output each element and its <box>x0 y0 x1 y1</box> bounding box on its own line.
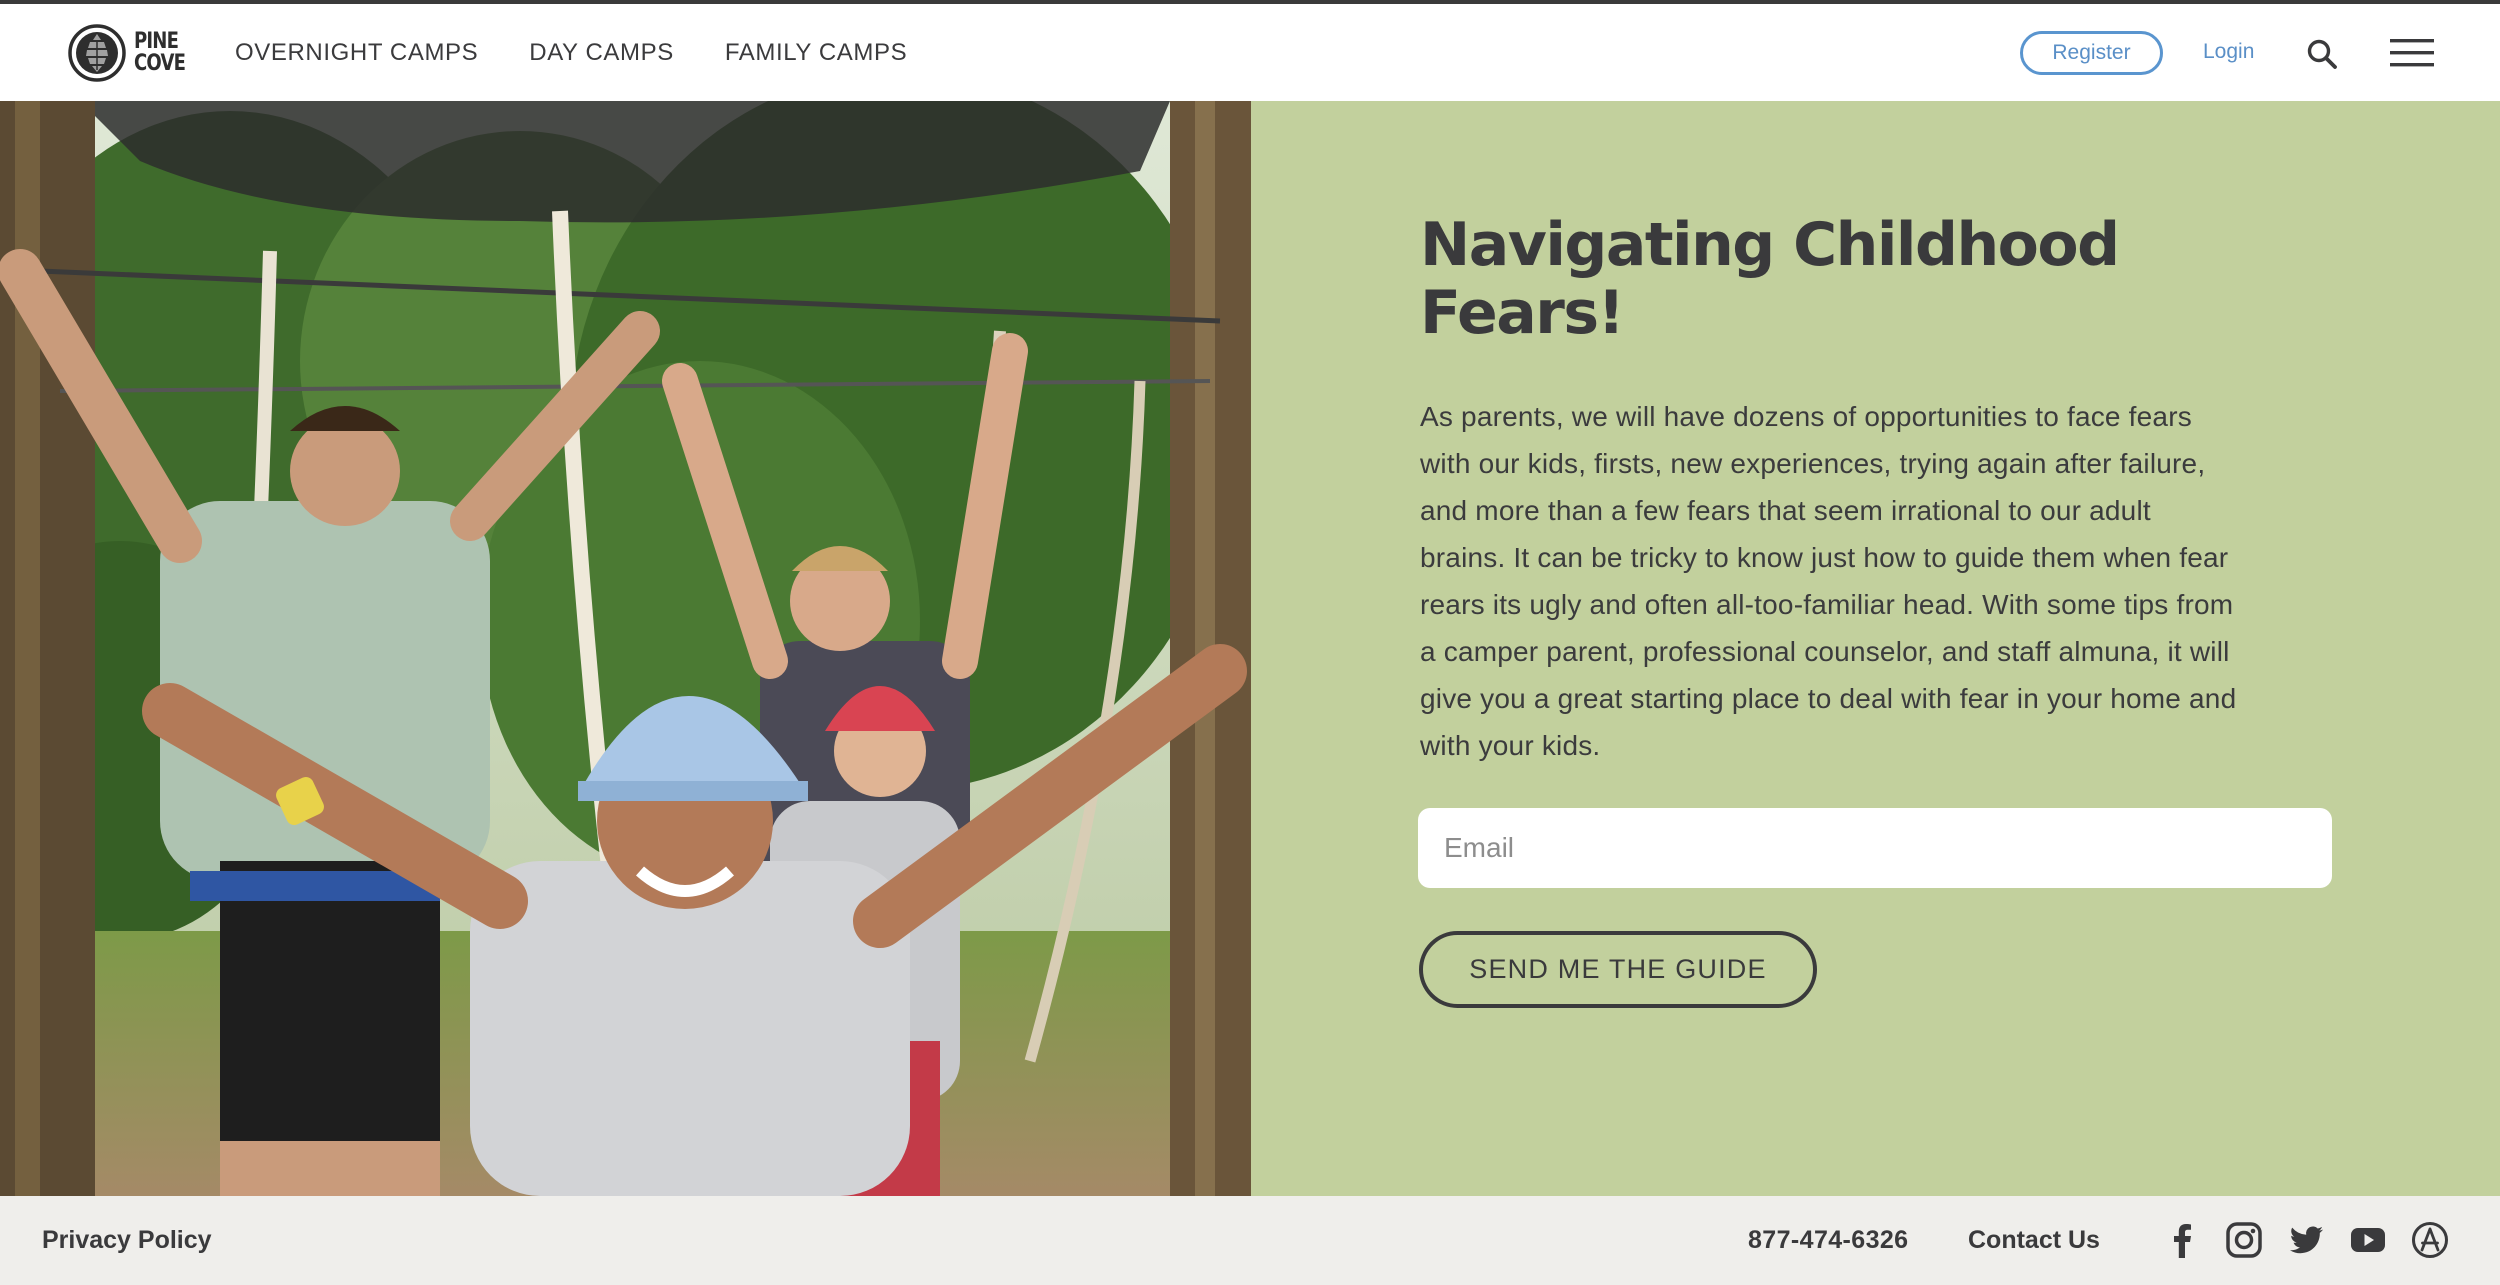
logo-wordmark: PINE COVE <box>134 29 186 76</box>
intro-paragraph: As parents, we will have dozens of oppor… <box>1420 393 2360 769</box>
page-title: Navigating Childhood Fears! <box>1420 211 2320 347</box>
twitter-icon[interactable] <box>2286 1220 2326 1260</box>
search-icon[interactable] <box>2306 38 2338 70</box>
title-line-1: Navigating Childhood <box>1420 210 2120 280</box>
pinecone-logo-icon <box>68 24 126 82</box>
youtube-icon[interactable] <box>2348 1220 2388 1260</box>
phone-link[interactable]: 877-474-6326 <box>1748 1226 1909 1255</box>
intro-line-2: with our kids, firsts, new experiences, … <box>1420 448 2206 479</box>
hero-photo <box>0 101 1251 1196</box>
logo-word-cove: COVE <box>134 51 186 76</box>
intro-line-5: rears its ugly and often all-too-familia… <box>1420 589 2234 620</box>
site-footer: Privacy Policy 877-474-6326 Contact Us <box>0 1196 2500 1285</box>
nav-day-camps[interactable]: DAY CAMPS <box>529 39 674 67</box>
campers-ropes-course-image <box>0 101 1251 1196</box>
intro-line-8: with your kids. <box>1420 730 1601 761</box>
instagram-icon[interactable] <box>2224 1220 2264 1260</box>
intro-line-6: a camper parent, professional counselor,… <box>1420 636 2230 667</box>
send-guide-button[interactable]: SEND ME THE GUIDE <box>1419 931 1817 1008</box>
intro-line-1: As parents, we will have dozens of oppor… <box>1420 401 2192 432</box>
app-store-icon[interactable] <box>2410 1220 2450 1260</box>
intro-line-3: and more than a few fears that seem irra… <box>1420 495 2151 526</box>
intro-line-7: give you a great starting place to deal … <box>1420 683 2237 714</box>
site-header: PINE COVE OVERNIGHT CAMPS DAY CAMPS FAMI… <box>0 4 2500 101</box>
privacy-policy-link[interactable]: Privacy Policy <box>42 1226 212 1255</box>
hamburger-menu-icon[interactable] <box>2390 37 2434 69</box>
title-line-2: Fears! <box>1420 278 1625 348</box>
email-field[interactable] <box>1418 808 2332 888</box>
login-link[interactable]: Login <box>2203 40 2254 64</box>
logo-word-pine: PINE <box>134 29 179 54</box>
nav-family-camps[interactable]: FAMILY CAMPS <box>725 39 907 67</box>
nav-overnight-camps[interactable]: OVERNIGHT CAMPS <box>235 39 478 67</box>
main-nav: OVERNIGHT CAMPS DAY CAMPS FAMILY CAMPS <box>235 4 958 101</box>
facebook-icon[interactable] <box>2162 1220 2202 1260</box>
guide-signup-panel: Navigating Childhood Fears! As parents, … <box>1251 101 2500 1196</box>
register-button[interactable]: Register <box>2020 31 2163 75</box>
intro-line-4: brains. It can be tricky to know just ho… <box>1420 542 2229 573</box>
pine-cove-logo[interactable]: PINE COVE <box>68 22 196 84</box>
contact-us-link[interactable]: Contact Us <box>1968 1226 2100 1255</box>
